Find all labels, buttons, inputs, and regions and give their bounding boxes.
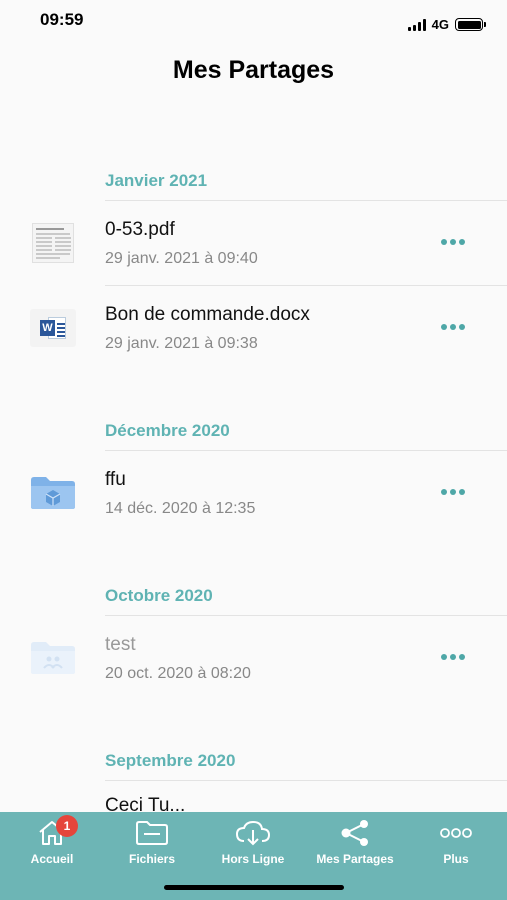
tab-label: Mes Partages (316, 852, 394, 866)
list-item[interactable]: W Bon de commande.docx 29 janv. 2021 à 0… (30, 285, 507, 370)
more-options-icon[interactable] (437, 650, 469, 664)
tab-label: Plus (443, 852, 469, 866)
home-indicator[interactable] (164, 885, 344, 890)
more-options-icon[interactable] (437, 235, 469, 249)
tab-accueil[interactable]: 1 Accueil (2, 815, 102, 872)
list-item[interactable]: 0-53.pdf 29 janv. 2021 à 09:40 (32, 200, 507, 285)
cloud-download-icon (234, 818, 272, 848)
word-document-icon: W (29, 306, 77, 350)
section-header: Septembre 2020 (105, 751, 236, 770)
shares-list[interactable]: Janvier 2021 0-53.pdf 29 janv. 2021 à 09… (0, 150, 507, 813)
list-item[interactable]: test 20 oct. 2020 à 08:20 (31, 615, 507, 700)
section-header: Janvier 2021 (105, 171, 208, 190)
more-options-icon[interactable] (437, 485, 469, 499)
file-date: 20 oct. 2020 à 08:20 (105, 665, 251, 682)
tab-label: Hors Ligne (221, 852, 285, 866)
tab-label: Accueil (30, 852, 74, 866)
status-bar: 09:59 4G (0, 0, 507, 44)
file-name: ffu (105, 469, 126, 490)
list-item[interactable]: ffu 14 déc. 2020 à 12:35 (31, 450, 507, 535)
network-type: 4G (431, 17, 449, 32)
pdf-thumbnail-icon (29, 221, 77, 265)
battery-icon (455, 18, 486, 31)
tab-label: Fichiers (128, 852, 176, 866)
more-icon (439, 818, 473, 848)
home-icon: 1 (36, 815, 78, 848)
tab-fichiers[interactable]: Fichiers (102, 818, 202, 872)
file-date: 29 janv. 2021 à 09:40 (105, 250, 258, 267)
file-name: Bon de commande.docx (105, 304, 310, 325)
shared-folder-icon (29, 636, 77, 680)
file-name: test (105, 634, 136, 655)
status-indicators: 4G (407, 17, 486, 32)
signal-icon (407, 18, 426, 31)
tab-hors-ligne[interactable]: Hors Ligne (203, 818, 303, 872)
status-time: 09:59 (40, 10, 84, 29)
list-item[interactable]: Ceci Tu... (105, 780, 507, 813)
tab-mes-partages[interactable]: Mes Partages (305, 818, 405, 872)
section-header: Décembre 2020 (105, 421, 230, 440)
more-options-icon[interactable] (437, 320, 469, 334)
file-date: 14 déc. 2020 à 12:35 (105, 500, 256, 517)
shared-folder-icon (29, 471, 77, 515)
file-date: 29 janv. 2021 à 09:38 (105, 335, 258, 352)
folder-icon (135, 818, 169, 848)
notification-badge: 1 (56, 815, 78, 837)
file-name: 0-53.pdf (105, 219, 175, 240)
section-header: Octobre 2020 (105, 586, 213, 605)
share-icon (338, 818, 372, 848)
page-title: Mes Partages (172, 56, 335, 84)
file-name: Ceci Tu... (105, 795, 186, 813)
tab-plus[interactable]: Plus (406, 818, 506, 872)
